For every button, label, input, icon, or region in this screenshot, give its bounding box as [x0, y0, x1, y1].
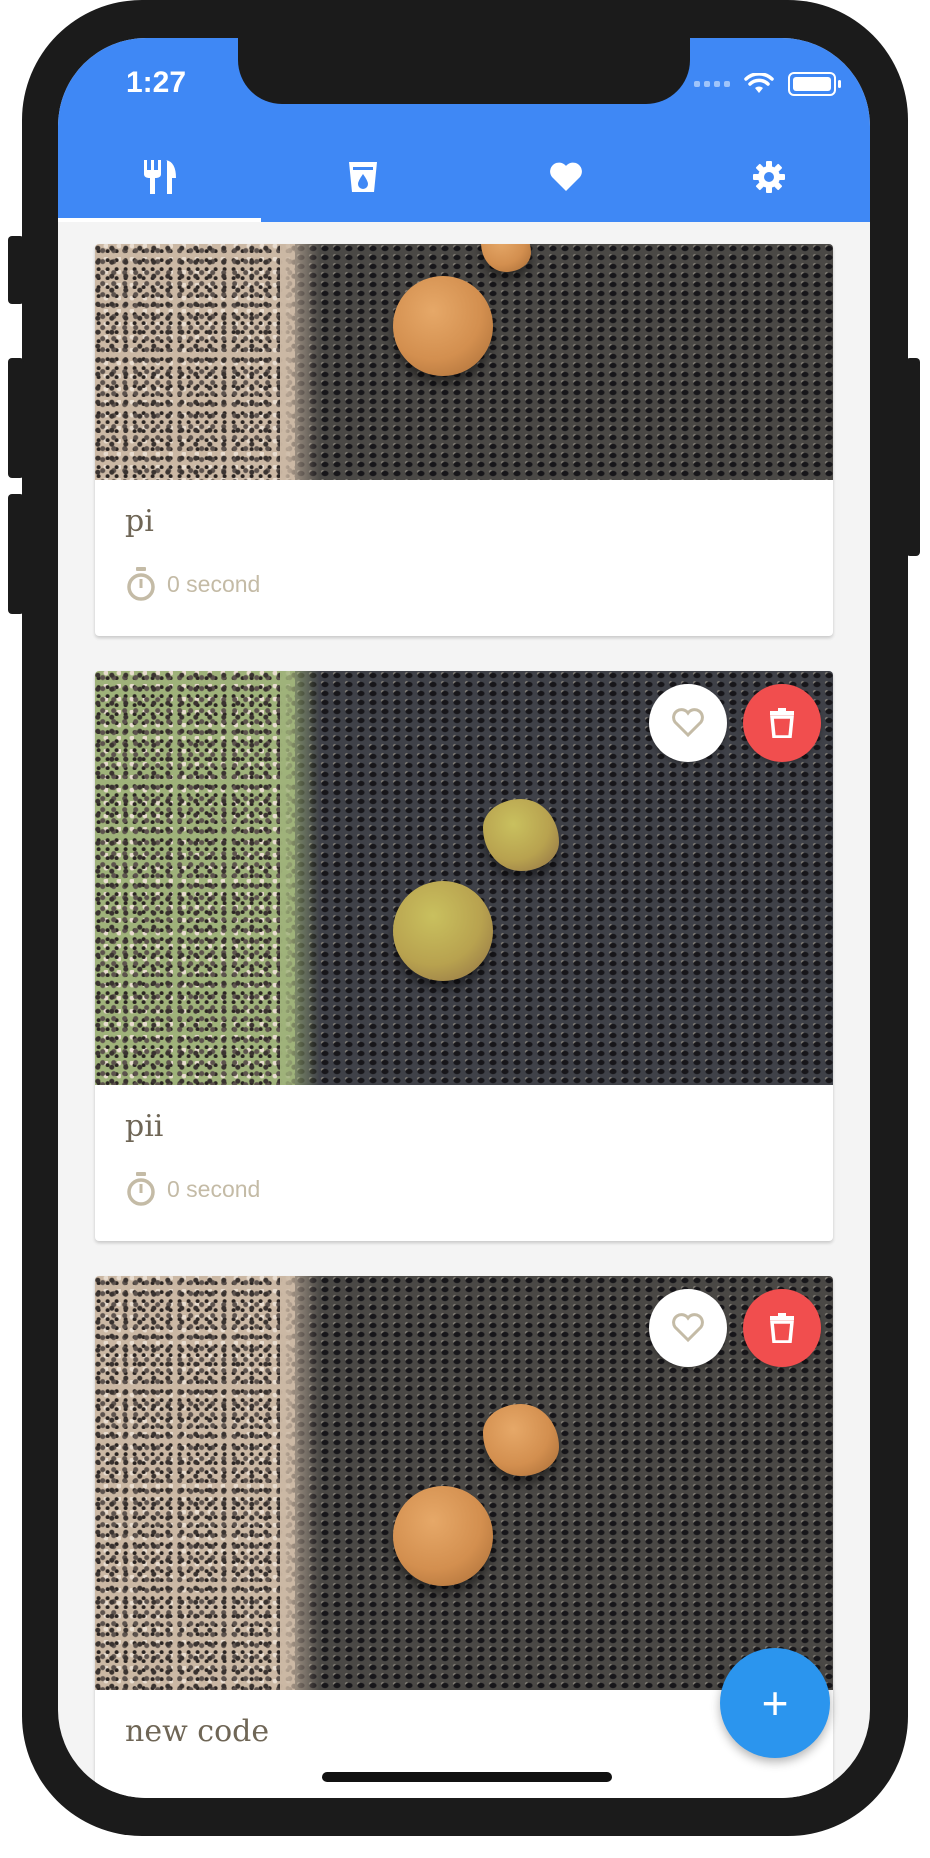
trash-icon: [770, 1313, 794, 1343]
recipe-title: pii: [125, 1109, 164, 1144]
tab-drinks[interactable]: [261, 134, 464, 220]
tab-bar: [58, 134, 870, 220]
delete-button[interactable]: [743, 1289, 821, 1367]
favorite-button[interactable]: [649, 1289, 727, 1367]
tab-meals[interactable]: [58, 134, 261, 220]
app-screen: 1:27 pi 0 second pii 0 second new code +: [58, 38, 870, 1798]
recipe-card[interactable]: pi 0 second: [95, 244, 833, 636]
heart-outline-icon: [672, 708, 704, 738]
notch: [238, 38, 690, 104]
recipe-title: new code: [125, 1714, 270, 1749]
silent-switch: [8, 236, 24, 304]
recipe-title: pi: [125, 504, 154, 539]
gear-icon: [752, 161, 785, 193]
recipe-photo[interactable]: [95, 244, 833, 480]
duration-text: 0 second: [167, 1175, 261, 1202]
favorite-button[interactable]: [649, 684, 727, 762]
volume-up-button: [8, 358, 24, 478]
signal-icon: [694, 81, 730, 87]
status-icons: [694, 72, 841, 96]
recipe-card[interactable]: pii 0 second: [95, 671, 833, 1241]
recipe-list[interactable]: pi 0 second pii 0 second new code: [58, 222, 870, 1798]
timer-icon: [127, 1172, 155, 1206]
cup-icon: [348, 162, 377, 192]
delete-button[interactable]: [743, 684, 821, 762]
plus-icon: +: [761, 1677, 789, 1729]
volume-down-button: [8, 494, 24, 614]
fork-knife-icon: [143, 160, 176, 194]
recipe-duration: 0 second: [125, 1171, 260, 1207]
heart-icon: [549, 162, 582, 191]
battery-icon: [788, 72, 841, 96]
recipe-duration: 0 second: [125, 566, 260, 602]
app-bar: 1:27: [58, 38, 870, 222]
home-indicator[interactable]: [322, 1772, 612, 1782]
timer-icon: [127, 567, 155, 601]
add-recipe-button[interactable]: +: [720, 1648, 830, 1758]
heart-outline-icon: [672, 1313, 704, 1343]
trash-icon: [770, 708, 794, 738]
tab-favorites[interactable]: [464, 134, 667, 220]
wifi-icon: [744, 73, 774, 93]
tab-settings[interactable]: [667, 134, 870, 220]
duration-text: 0 second: [167, 570, 261, 597]
status-time: 1:27: [126, 66, 187, 99]
power-button: [906, 358, 920, 556]
